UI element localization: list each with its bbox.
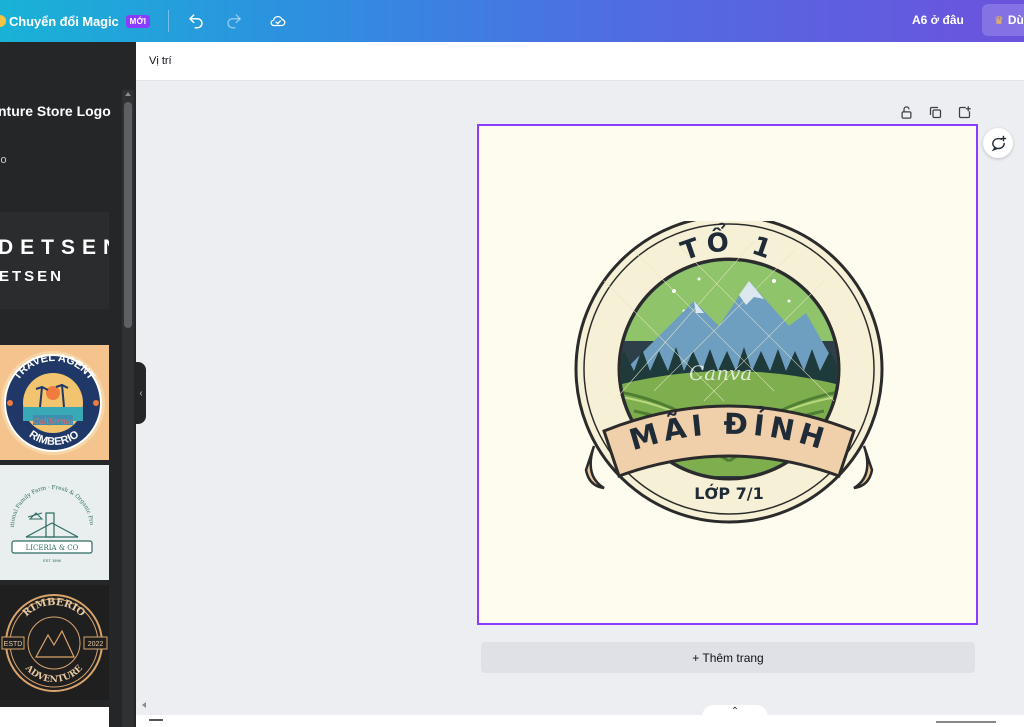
canva-watermark: Canva (689, 361, 753, 385)
template-thumbnail-liceria[interactable]: Traditional Family Farm · Fresh & Organi… (0, 465, 109, 580)
template-group-subtitle: lo (0, 154, 7, 166)
redo-icon (227, 14, 242, 29)
magic-switch-label: Chuyển đổi Magic (9, 13, 119, 29)
notes-icon[interactable] (149, 719, 163, 727)
position-button[interactable]: Vị trí (149, 55, 172, 67)
undo-button[interactable] (181, 6, 211, 36)
scroll-up-icon[interactable] (125, 92, 131, 96)
liceria-arc-text: Traditional Family Farm · Fresh & Organi… (0, 465, 94, 527)
rimberio-adventure-logo: RIMBERIO ADVENTURE ESTD 2022 (1, 594, 108, 692)
template-thumbnail-rimberio-adventure[interactable]: RIMBERIO ADVENTURE ESTD 2022 (0, 585, 109, 700)
templates-scrollbar[interactable] (122, 90, 134, 727)
liceria-banner-text: LICERIA & CO (26, 544, 79, 552)
design-canvas[interactable]: TỔ 1 MÃI ĐỈNH LỚP 7/1 Canva (477, 124, 978, 625)
top-toolbar: Chuyển đổi Magic MỚI A6 ở đâu ♛ Dù (0, 0, 1024, 42)
magic-switch-button[interactable]: Chuyển đổi Magic MỚI (0, 0, 151, 42)
travel-agent-logo: TRAVEL AGENT California RIMBERIO (1, 351, 105, 455)
add-page-button[interactable]: + Thêm trang (481, 642, 975, 673)
redo-button[interactable] (219, 6, 249, 36)
lock-page-button[interactable] (897, 103, 915, 121)
template-group-title: nture Store Logo (0, 103, 111, 119)
upgrade-label: Dù (1007, 13, 1024, 27)
add-page-top-button[interactable] (955, 103, 973, 121)
chevron-up-icon: ⌃ (730, 706, 740, 717)
templates-panel: nture Store Logo lo DETSEN ETSEN TRAVEL … (0, 42, 136, 727)
lock-icon (901, 105, 911, 119)
magic-star-icon (0, 15, 6, 27)
new-badge: MỚI (125, 14, 151, 28)
bottom-bar (136, 715, 1024, 727)
template-text-line2: ETSEN (0, 268, 65, 285)
duplicate-icon (929, 106, 941, 118)
logo-bottom-text: LỚP 7/1 (694, 484, 764, 503)
cloud-check-icon (270, 15, 286, 27)
comment-plus-icon (991, 135, 1006, 151)
add-page-icon (958, 105, 971, 118)
duplicate-page-button[interactable] (926, 103, 944, 121)
template-thumbnail-travel-agent[interactable]: TRAVEL AGENT California RIMBERIO (0, 345, 109, 460)
travel-agent-script: California (33, 417, 73, 426)
template-thumbnail-detsen[interactable]: DETSEN ETSEN (0, 212, 109, 309)
crown-icon: ♛ (994, 14, 1004, 27)
context-toolbar: Vị trí (136, 42, 1024, 81)
toolbar-divider (168, 10, 170, 32)
design-name-link[interactable]: A6 ở đâu (912, 13, 964, 27)
rimberio-estd: ESTD (4, 641, 23, 648)
add-comment-button[interactable] (983, 128, 1013, 158)
pages-drawer-handle[interactable]: ⌃ (702, 705, 768, 727)
scroll-left-icon[interactable] (142, 702, 146, 708)
undo-icon (189, 14, 204, 29)
liceria-logo: Traditional Family Farm · Fresh & Organi… (0, 465, 94, 563)
scrollbar-thumb[interactable] (124, 102, 132, 328)
template-thumbnail-partial[interactable] (0, 707, 109, 727)
chevron-left-icon: ‹ (139, 387, 143, 399)
upgrade-button[interactable]: ♛ Dù (982, 4, 1024, 36)
cloud-save-button[interactable] (263, 6, 293, 36)
template-text-line1: DETSEN (0, 236, 109, 259)
liceria-est-text: EST 1996 (43, 558, 61, 563)
collapse-panel-button[interactable]: ‹ (136, 362, 146, 424)
rimberio-year: 2022 (88, 641, 104, 648)
zoom-control[interactable] (936, 721, 996, 727)
